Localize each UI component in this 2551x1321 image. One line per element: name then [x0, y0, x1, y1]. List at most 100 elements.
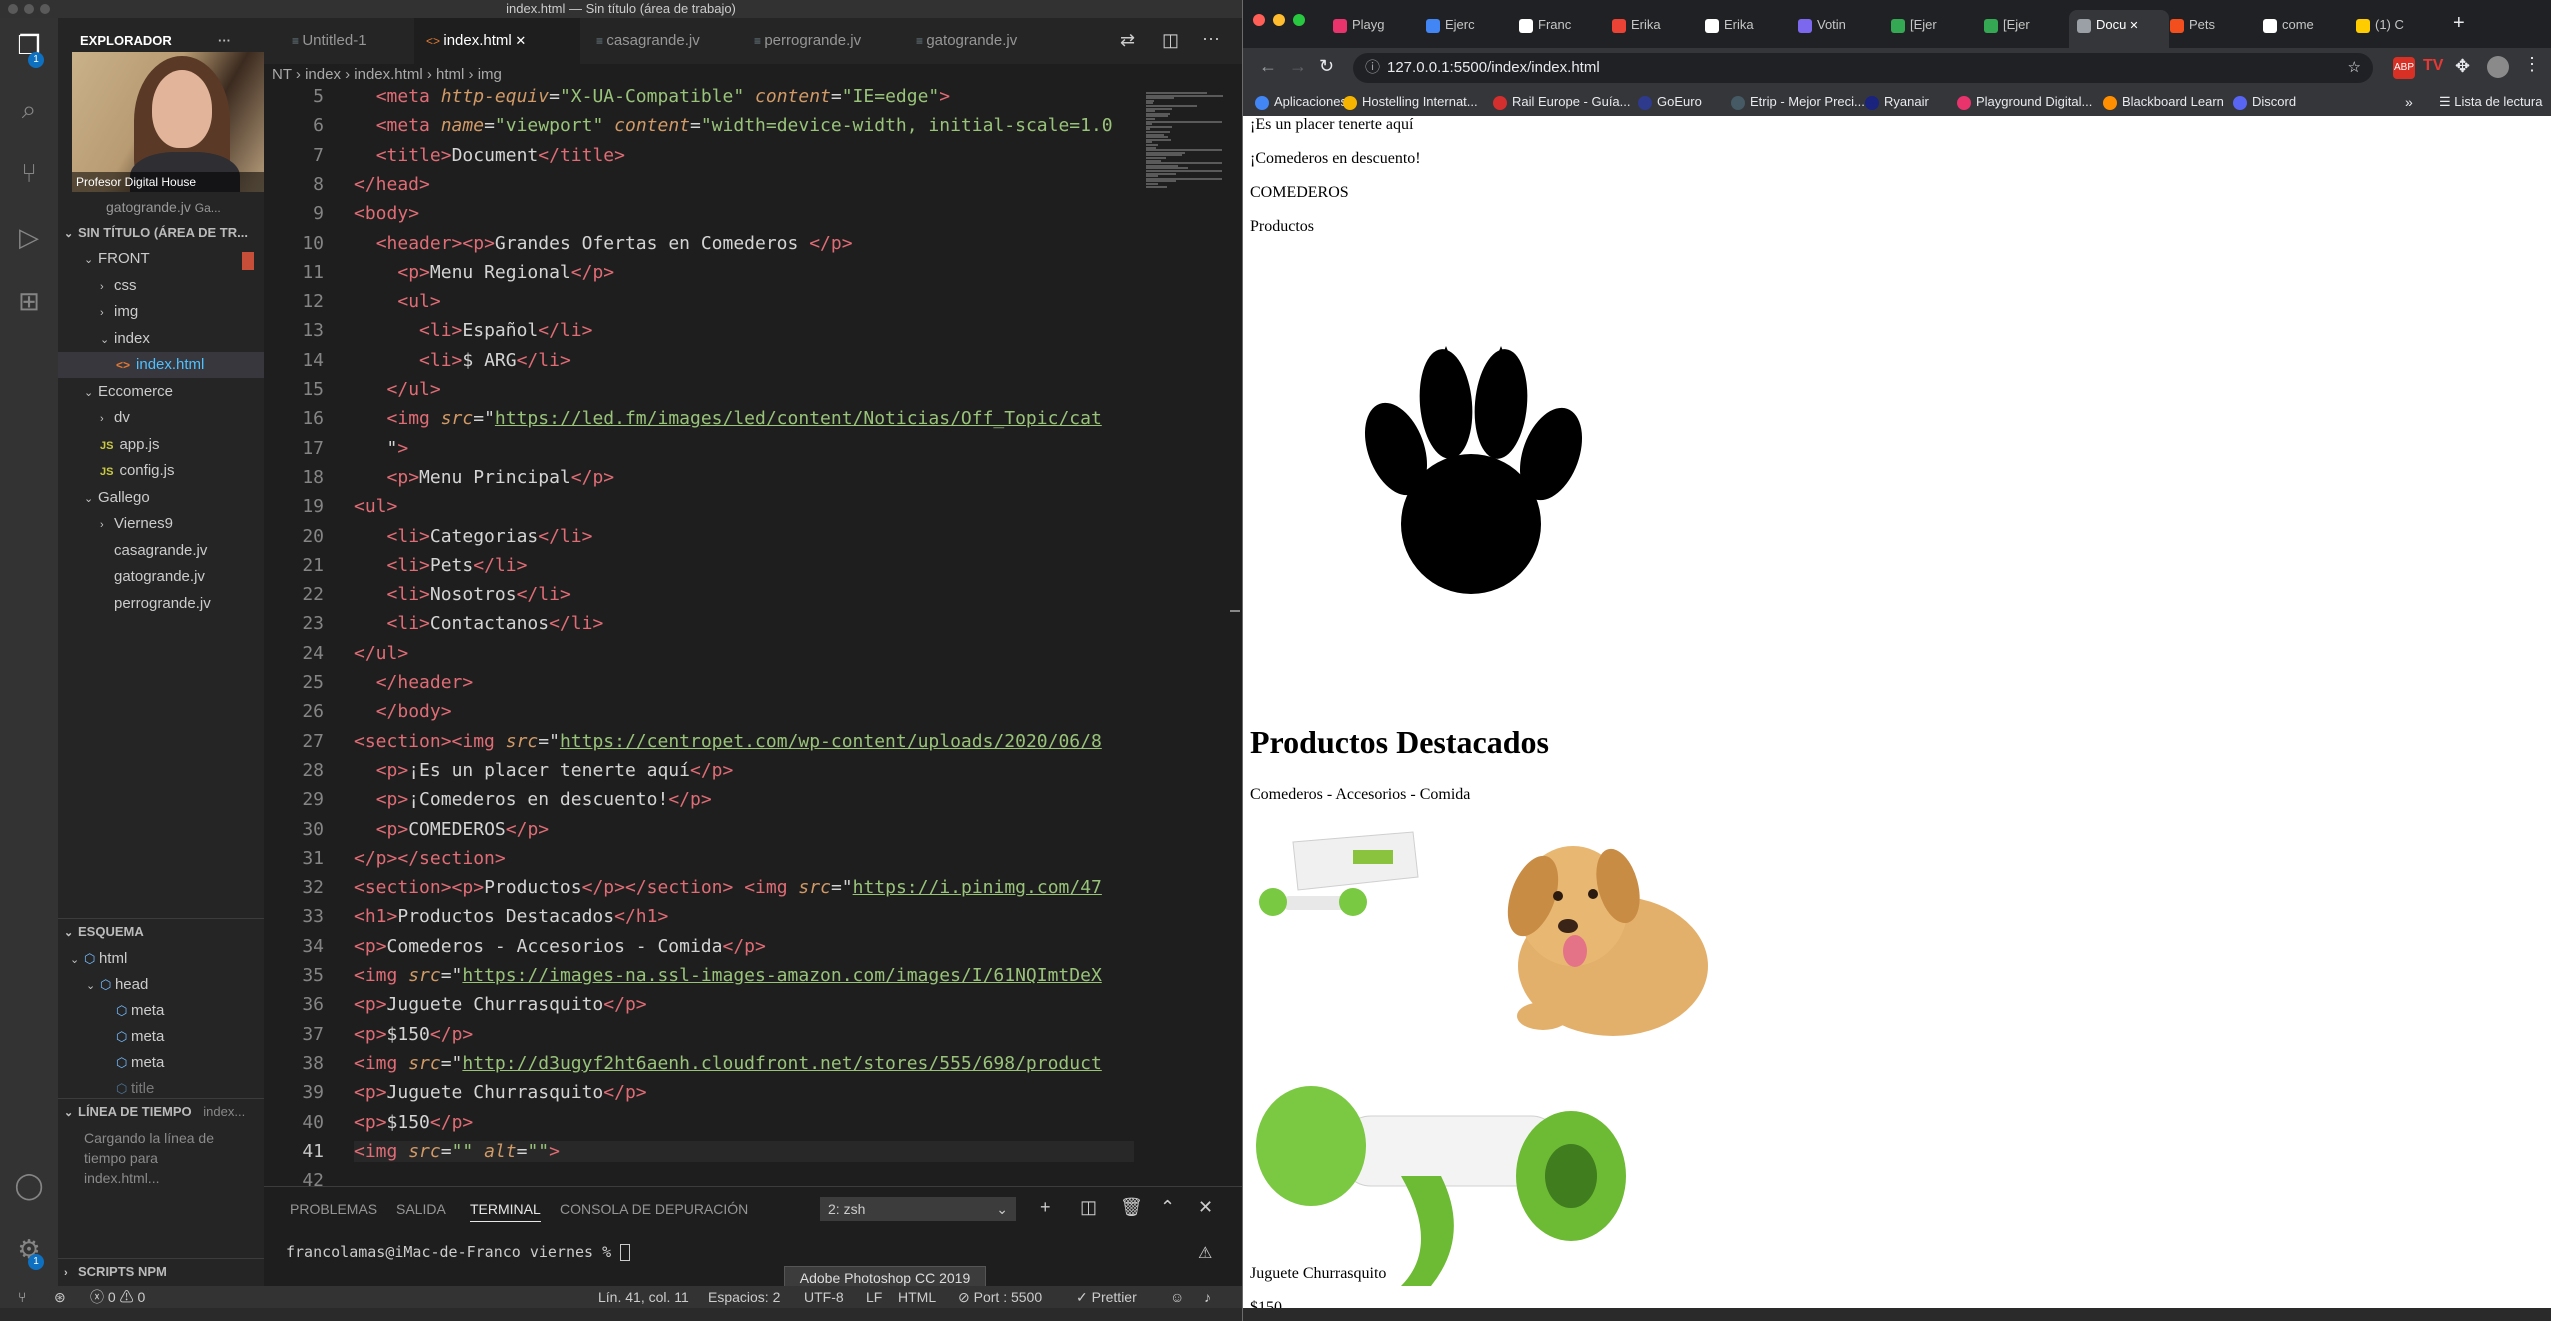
- code-line[interactable]: <p>$150</p>: [354, 1024, 473, 1045]
- compare-icon[interactable]: ⇄: [1120, 30, 1135, 51]
- code-line[interactable]: <ul>: [354, 291, 440, 312]
- code-line[interactable]: <li>$ ARG</li>: [354, 350, 571, 371]
- close-panel-icon[interactable]: ✕: [1198, 1197, 1213, 1218]
- bookmark-item[interactable]: Playground Digital...: [1957, 88, 2092, 116]
- bookmark-item[interactable]: Ryanair: [1865, 88, 1929, 116]
- code-line[interactable]: <p>¡Comederos en descuento!</p>: [354, 789, 712, 810]
- code-line[interactable]: ">: [354, 438, 409, 459]
- outline-item[interactable]: ⬡ meta: [58, 1024, 264, 1050]
- file-tree-item[interactable]: ⌄ FRONT: [58, 246, 264, 272]
- outline-item[interactable]: ⌄ ⬡ head: [58, 972, 264, 998]
- code-line[interactable]: </head>: [354, 174, 430, 195]
- code-line[interactable]: <li>Contactanos</li>: [354, 613, 604, 634]
- code-line[interactable]: <h1>Productos Destacados</h1>: [354, 906, 668, 927]
- more-actions-icon[interactable]: ···: [1202, 28, 1220, 49]
- file-tree-item[interactable]: › css: [58, 273, 264, 299]
- file-tree-item[interactable]: JS config.js: [58, 458, 264, 484]
- minimap[interactable]: [1142, 86, 1232, 196]
- code-line[interactable]: <p>Juguete Churrasquito</p>: [354, 994, 647, 1015]
- trash-icon[interactable]: 🗑: [1120, 1197, 1143, 1218]
- file-tree-item[interactable]: ⌄ Eccomerce: [58, 379, 264, 405]
- code-line[interactable]: <section><img src="https://centropet.com…: [354, 731, 1102, 752]
- breadcrumb-item[interactable]: index: [305, 66, 341, 83]
- code-line[interactable]: <img src="http://d3ugyf2ht6aenh.cloudfro…: [354, 1053, 1102, 1074]
- outline-item[interactable]: ⬡ meta: [58, 998, 264, 1024]
- code-line[interactable]: <p>COMEDEROS</p>: [354, 819, 549, 840]
- code-line[interactable]: </ul>: [354, 379, 441, 400]
- code-line[interactable]: <p>$150</p>: [354, 1112, 473, 1133]
- bookmark-item[interactable]: Etrip - Mejor Preci...: [1731, 88, 1865, 116]
- maximize-panel-icon[interactable]: ⌃: [1160, 1197, 1175, 1218]
- browser-tab[interactable]: [Ejer: [1883, 10, 1971, 40]
- bookmark-star-icon[interactable]: ☆: [2348, 53, 2361, 83]
- editor-tab[interactable]: ≡ Untitled-1: [280, 18, 410, 64]
- terminal-output[interactable]: francolamas@iMac-de-Franco viernes %: [286, 1243, 631, 1261]
- outline-item[interactable]: ⬡ meta: [58, 1050, 264, 1076]
- sync-icon[interactable]: ⊛: [54, 1286, 66, 1308]
- new-tab-button[interactable]: +: [2453, 12, 2465, 35]
- code-line[interactable]: <meta name="viewport" content="width=dev…: [354, 115, 1113, 136]
- file-tree-item[interactable]: casagrande.jv: [58, 538, 264, 564]
- file-tree-item[interactable]: ⌄ index: [58, 326, 264, 352]
- scroll-thumb[interactable]: [1230, 610, 1240, 612]
- code-line[interactable]: <p>Menu Regional</p>: [354, 262, 614, 283]
- new-terminal-icon[interactable]: +: [1040, 1197, 1051, 1218]
- problems-indicator[interactable]: ⓧ 0 ⚠ 0: [90, 1286, 145, 1308]
- terminal-select[interactable]: 2: zsh ⌄: [820, 1197, 1016, 1221]
- bookmark-item[interactable]: Discord: [2233, 88, 2296, 116]
- browser-tab[interactable]: [Ejer: [1976, 10, 2064, 40]
- zoom-window-button[interactable]: [1293, 14, 1305, 26]
- extensions-icon[interactable]: ⊞: [12, 284, 46, 318]
- panel-tab[interactable]: SALIDA: [396, 1201, 446, 1217]
- code-line[interactable]: <title>Document</title>: [354, 145, 625, 166]
- breadcrumb-item[interactable]: NT: [272, 66, 292, 83]
- browser-tab[interactable]: Ejerc: [1418, 10, 1506, 40]
- file-tree-item[interactable]: ⌄ Gallego: [58, 485, 264, 511]
- end-of-line[interactable]: LF: [866, 1286, 882, 1308]
- file-tree-item[interactable]: › Viernes9: [58, 511, 264, 537]
- zoom-window-button[interactable]: [40, 4, 50, 14]
- panel-tab[interactable]: PROBLEMAS: [290, 1201, 377, 1217]
- minimize-window-button[interactable]: [1273, 14, 1285, 26]
- file-tree-item[interactable]: gatogrande.jv: [58, 564, 264, 590]
- browser-tab[interactable]: come: [2255, 10, 2343, 40]
- file-tree-item[interactable]: › img: [58, 299, 264, 325]
- browser-tab[interactable]: Playg: [1325, 10, 1413, 40]
- bookmark-item[interactable]: Blackboard Learn: [2103, 88, 2224, 116]
- code-line[interactable]: <section><p>Productos</p></section> <img…: [354, 877, 1102, 898]
- editor-tab[interactable]: <> index.html ✕: [414, 18, 580, 64]
- code-line[interactable]: <ul>: [354, 496, 397, 517]
- address-bar[interactable]: ⓘ 127.0.0.1:5500/index/index.html ☆: [1353, 53, 2373, 83]
- outline-item[interactable]: ⌄ ⬡ html: [58, 946, 264, 972]
- breadcrumb-item[interactable]: img: [478, 66, 502, 83]
- search-icon[interactable]: ⌕: [12, 92, 46, 126]
- open-editor-item[interactable]: gatogrande.jv Ga...: [58, 194, 264, 220]
- file-tree-item[interactable]: <> index.html: [58, 352, 264, 378]
- browser-tab[interactable]: Erika: [1604, 10, 1692, 40]
- panel-tab[interactable]: CONSOLA DE DEPURACIÓN: [560, 1201, 748, 1217]
- breadcrumb-item[interactable]: index.html: [354, 66, 422, 83]
- code-line[interactable]: </body>: [354, 701, 452, 722]
- code-line[interactable]: <header><p>Grandes Ofertas en Comederos …: [354, 233, 853, 254]
- code-line[interactable]: <img src="https://images-na.ssl-images-a…: [354, 965, 1102, 986]
- workspace-section-header[interactable]: ⌄ SIN TÍTULO (ÁREA DE TR...: [58, 220, 264, 246]
- browser-tab[interactable]: Pets: [2162, 10, 2250, 40]
- account-icon[interactable]: ◯: [12, 1168, 46, 1202]
- profile-avatar[interactable]: [2487, 56, 2509, 78]
- timeline-section-header[interactable]: ⌄ LÍNEA DE TIEMPO index...: [58, 1098, 264, 1125]
- source-control-icon[interactable]: ⑂: [12, 156, 46, 190]
- editor-tab[interactable]: ≡ casagrande.jv: [584, 18, 740, 64]
- outline-section-header[interactable]: ⌄ ESQUEMA: [58, 918, 264, 945]
- browser-menu-icon[interactable]: ⋮: [2523, 54, 2541, 75]
- bookmark-item[interactable]: Rail Europe - Guía...: [1493, 88, 1631, 116]
- code-line[interactable]: <meta http-equiv="X-UA-Compatible" conte…: [354, 86, 950, 107]
- file-tree-item[interactable]: perrogrande.jv: [58, 591, 264, 617]
- split-editor-icon[interactable]: ◫: [1162, 30, 1179, 51]
- run-debug-icon[interactable]: ▷: [12, 220, 46, 254]
- code-line[interactable]: <p>¡Es un placer tenerte aquí</p>: [354, 760, 734, 781]
- close-tab-icon[interactable]: ✕: [512, 33, 526, 48]
- feedback-icon[interactable]: ☺: [1170, 1286, 1184, 1308]
- notifications-bell-icon[interactable]: ♪: [1204, 1286, 1211, 1308]
- code-line[interactable]: <img src="https://led.fm/images/led/cont…: [354, 408, 1102, 429]
- file-tree-item[interactable]: › dv: [58, 405, 264, 431]
